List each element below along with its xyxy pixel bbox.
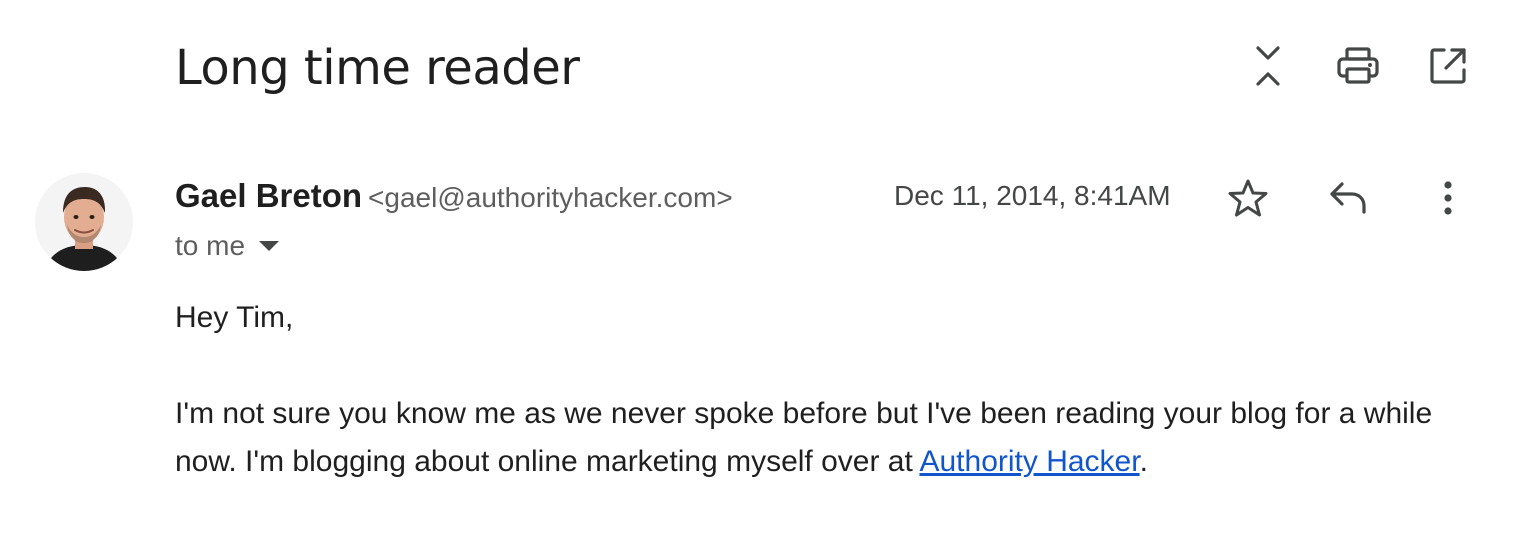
email-greeting: Hey Tim, <box>175 301 294 334</box>
reply-icon <box>1330 182 1366 214</box>
print-button[interactable] <box>1336 44 1380 88</box>
sender-email: <gael@authorityhacker.com> <box>368 182 733 213</box>
sender-avatar[interactable] <box>35 173 133 271</box>
collapse-all-button[interactable] <box>1246 44 1290 88</box>
email-body: Hey Tim, I'm not sure you know me as we … <box>175 294 1475 486</box>
open-in-new-window-button[interactable] <box>1426 44 1470 88</box>
sender-info: Gael Breton <gael@authorityhacker.com> <box>175 176 733 223</box>
email-paragraph: I'm not sure you know me as we never spo… <box>175 390 1475 486</box>
more-options-button[interactable] <box>1426 176 1470 220</box>
sender-name[interactable]: Gael Breton <box>175 177 362 214</box>
chevron-down-icon <box>259 241 280 251</box>
recipients-toggle[interactable]: to me <box>175 228 280 264</box>
authority-hacker-link[interactable]: Authority Hacker <box>919 445 1139 478</box>
avatar-photo <box>35 173 133 271</box>
print-icon <box>1337 47 1379 84</box>
reply-button[interactable] <box>1326 176 1370 220</box>
recipients-label: to me <box>175 230 246 261</box>
collapse-all-icon <box>1256 46 1280 86</box>
star-button[interactable] <box>1226 176 1270 220</box>
paragraph-text: I'm not sure you know me as we never spo… <box>175 397 1433 478</box>
star-icon <box>1228 179 1268 217</box>
paragraph-end: . <box>1139 445 1148 478</box>
email-subject: Long time reader <box>175 40 580 96</box>
email-date: Dec 11, 2014, 8:41AM <box>894 180 1171 211</box>
open-in-new-window-icon <box>1430 48 1466 84</box>
more-vert-icon <box>1444 181 1452 215</box>
